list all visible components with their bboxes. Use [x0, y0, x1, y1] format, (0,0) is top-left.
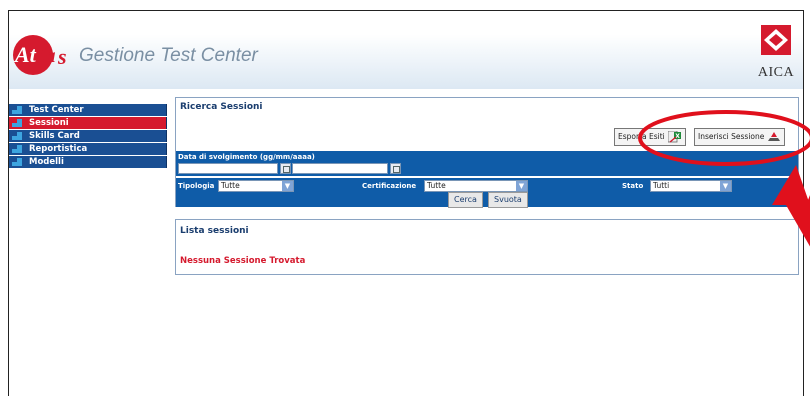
export-results-button[interactable]: Esporta Esiti X: [614, 128, 686, 146]
clear-button[interactable]: Svuota: [488, 192, 528, 208]
export-results-label: Esporta Esiti: [618, 132, 665, 141]
nav-bullet-icon: [12, 132, 22, 140]
nav-bullet-icon: [12, 158, 22, 166]
stato-value: Tutti: [653, 181, 670, 190]
app-title: Gestione Test Center: [79, 45, 258, 66]
chevron-down-icon: ▼: [720, 181, 731, 191]
sidebar-nav: Test Center Sessioni Skills Card Reporti…: [9, 104, 167, 169]
svg-text:At: At: [13, 42, 37, 67]
nav-bullet-icon: [12, 119, 22, 127]
sidebar-item-sessioni[interactable]: Sessioni: [9, 117, 167, 129]
header: At la s Gestione Test Center AICA: [9, 11, 803, 89]
date-filter-row: Data di svolgimento (gg/mm/aaaa): [176, 151, 798, 176]
app-window: At la s Gestione Test Center AICA Test C…: [8, 10, 804, 396]
tipologia-select[interactable]: Tutte ▼: [218, 180, 294, 192]
sidebar-item-label: Modelli: [29, 157, 64, 167]
aica-emblem-icon: [761, 25, 791, 55]
svg-text:X: X: [675, 133, 680, 140]
tipologia-label: Tipologia: [178, 182, 215, 190]
results-title: Lista sessioni: [180, 226, 249, 236]
sessions-list-panel: Lista sessioni Nessuna Sessione Trovata: [175, 219, 799, 275]
sidebar-item-modelli[interactable]: Modelli: [9, 156, 167, 168]
atlas-logo: At la s: [13, 35, 67, 75]
sidebar-item-label: Test Center: [29, 105, 84, 115]
certificazione-select[interactable]: Tutte ▼: [424, 180, 528, 192]
sidebar-item-label: Skills Card: [29, 131, 80, 141]
sidebar-item-label: Sessioni: [29, 118, 69, 128]
svg-text:s: s: [57, 44, 67, 69]
calendar-icon[interactable]: [280, 163, 291, 174]
insert-session-label: Inserisci Sessione: [698, 132, 765, 141]
insert-session-button[interactable]: Inserisci Sessione: [694, 128, 786, 146]
sidebar-item-skills-card[interactable]: Skills Card: [9, 130, 167, 142]
calendar-icon[interactable]: [390, 163, 401, 174]
stato-select[interactable]: Tutti ▼: [650, 180, 732, 192]
aica-label: AICA: [757, 65, 795, 80]
chevron-down-icon: ▼: [516, 181, 527, 191]
sidebar-item-test-center[interactable]: Test Center: [9, 104, 167, 116]
tipologia-value: Tutte: [221, 181, 240, 190]
stato-label: Stato: [622, 182, 644, 190]
chevron-down-icon: ▼: [282, 181, 293, 191]
empty-results-message: Nessuna Sessione Trovata: [180, 256, 306, 266]
date-from-input[interactable]: [178, 163, 278, 174]
nav-bullet-icon: [12, 106, 22, 114]
panel-title: Ricerca Sessioni: [180, 102, 263, 112]
sidebar-item-label: Reportistica: [29, 144, 88, 154]
svg-text:la: la: [40, 45, 56, 67]
search-button[interactable]: Cerca: [448, 192, 483, 208]
certificazione-value: Tutte: [427, 181, 446, 190]
sidebar-item-reportistica[interactable]: Reportistica: [9, 143, 167, 155]
certificazione-label: Certificazione: [362, 182, 417, 190]
search-sessions-panel: Ricerca Sessioni Esporta Esiti X Inseris…: [175, 97, 799, 208]
aica-logo: AICA: [755, 23, 797, 81]
date-to-input[interactable]: [292, 163, 388, 174]
nav-bullet-icon: [12, 145, 22, 153]
add-session-icon: [768, 132, 781, 141]
excel-export-icon: X: [667, 131, 681, 143]
date-label: Data di svolgimento (gg/mm/aaaa): [178, 153, 315, 161]
filters-row: Tipologia Tutte ▼ Certificazione Tutte ▼…: [176, 178, 798, 208]
